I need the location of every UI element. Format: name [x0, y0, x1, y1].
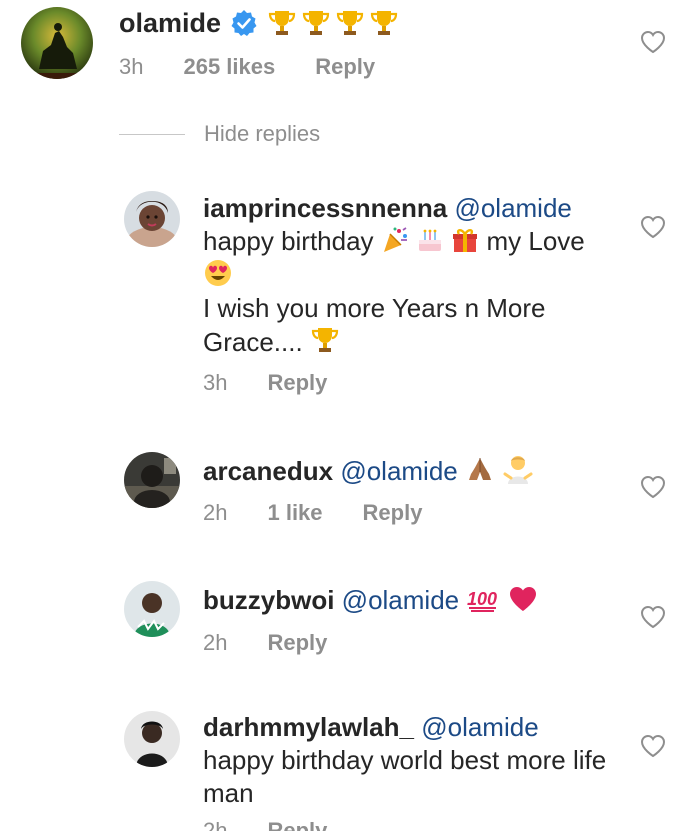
hundred-points-icon: 100	[467, 589, 497, 612]
comment-meta: 2h Reply	[203, 630, 327, 656]
comment-text: happy birthday	[203, 226, 374, 256]
timestamp: 2h	[203, 500, 228, 525]
trophy-icon	[268, 11, 296, 35]
comment-meta: 2h Reply	[203, 818, 327, 831]
reply-button[interactable]: Reply	[315, 54, 375, 80]
trophy-emoji-row	[267, 8, 399, 38]
comment-text: I wish you more Years n More Grace....	[203, 293, 546, 357]
username[interactable]: buzzybwoi	[203, 585, 334, 615]
trophy-icon	[302, 11, 330, 35]
mention-link[interactable]: @olamide	[421, 712, 538, 742]
avatar[interactable]	[124, 581, 180, 637]
comment-body: iamprincessnnenna @olamide happy birthda…	[203, 192, 623, 359]
reply-button[interactable]: Reply	[267, 818, 327, 831]
hide-replies-label[interactable]: Hide replies	[204, 121, 320, 147]
red-heart-icon	[509, 587, 536, 611]
timestamp: 3h	[119, 54, 144, 79]
trophy-icon	[336, 11, 364, 35]
timestamp: 3h	[203, 370, 228, 395]
comment-meta: 3h 265 likes Reply	[119, 54, 375, 80]
comment-body: buzzybwoi @olamide 100	[203, 584, 623, 617]
svg-text:100: 100	[467, 589, 497, 609]
mention-link[interactable]: @olamide	[454, 193, 571, 223]
likes-count[interactable]: 265 likes	[183, 54, 275, 80]
hide-replies-toggle[interactable]: Hide replies	[119, 121, 320, 147]
avatar[interactable]	[124, 191, 180, 247]
trophy-icon	[311, 328, 339, 352]
avatar[interactable]	[21, 7, 93, 79]
avatar[interactable]	[124, 452, 180, 508]
like-heart-icon[interactable]	[640, 475, 666, 499]
username[interactable]: olamide	[119, 6, 221, 40]
avatar[interactable]	[124, 711, 180, 767]
party-popper-icon	[383, 227, 407, 252]
like-heart-icon[interactable]	[640, 215, 666, 239]
folded-hands-icon	[469, 458, 491, 480]
reply-button[interactable]: Reply	[267, 630, 327, 656]
mention-link[interactable]: @olamide	[340, 456, 457, 486]
comment-line: olamide	[119, 6, 399, 40]
verified-badge-icon	[230, 9, 258, 37]
comment-meta: 2h 1 like Reply	[203, 500, 422, 526]
gift-icon	[453, 229, 478, 252]
comment-meta: 3h Reply	[203, 370, 327, 396]
birthday-cake-icon	[419, 229, 442, 251]
mention-link[interactable]: @olamide	[342, 585, 459, 615]
username[interactable]: arcanedux	[203, 456, 333, 486]
like-heart-icon[interactable]	[640, 605, 666, 629]
like-heart-icon[interactable]	[640, 30, 666, 54]
trophy-icon	[370, 11, 398, 35]
comment-body: arcanedux @olamide	[203, 454, 623, 488]
username[interactable]: iamprincessnnenna	[203, 193, 447, 223]
likes-count[interactable]: 1 like	[267, 500, 322, 526]
comment-body: darhmmylawlah_ @olamide happy birthday w…	[203, 711, 623, 810]
man-gesturing-icon	[503, 456, 533, 484]
comment-text: happy birthday world best more life man	[203, 745, 607, 808]
divider	[119, 133, 185, 135]
heart-eyes-emoji-icon	[205, 260, 231, 286]
reply-button[interactable]: Reply	[363, 500, 423, 526]
like-heart-icon[interactable]	[640, 734, 666, 758]
comment-text: my Love	[486, 226, 585, 256]
reply-button[interactable]: Reply	[267, 370, 327, 396]
username[interactable]: darhmmylawlah_	[203, 712, 414, 742]
timestamp: 2h	[203, 818, 228, 831]
timestamp: 2h	[203, 630, 228, 655]
